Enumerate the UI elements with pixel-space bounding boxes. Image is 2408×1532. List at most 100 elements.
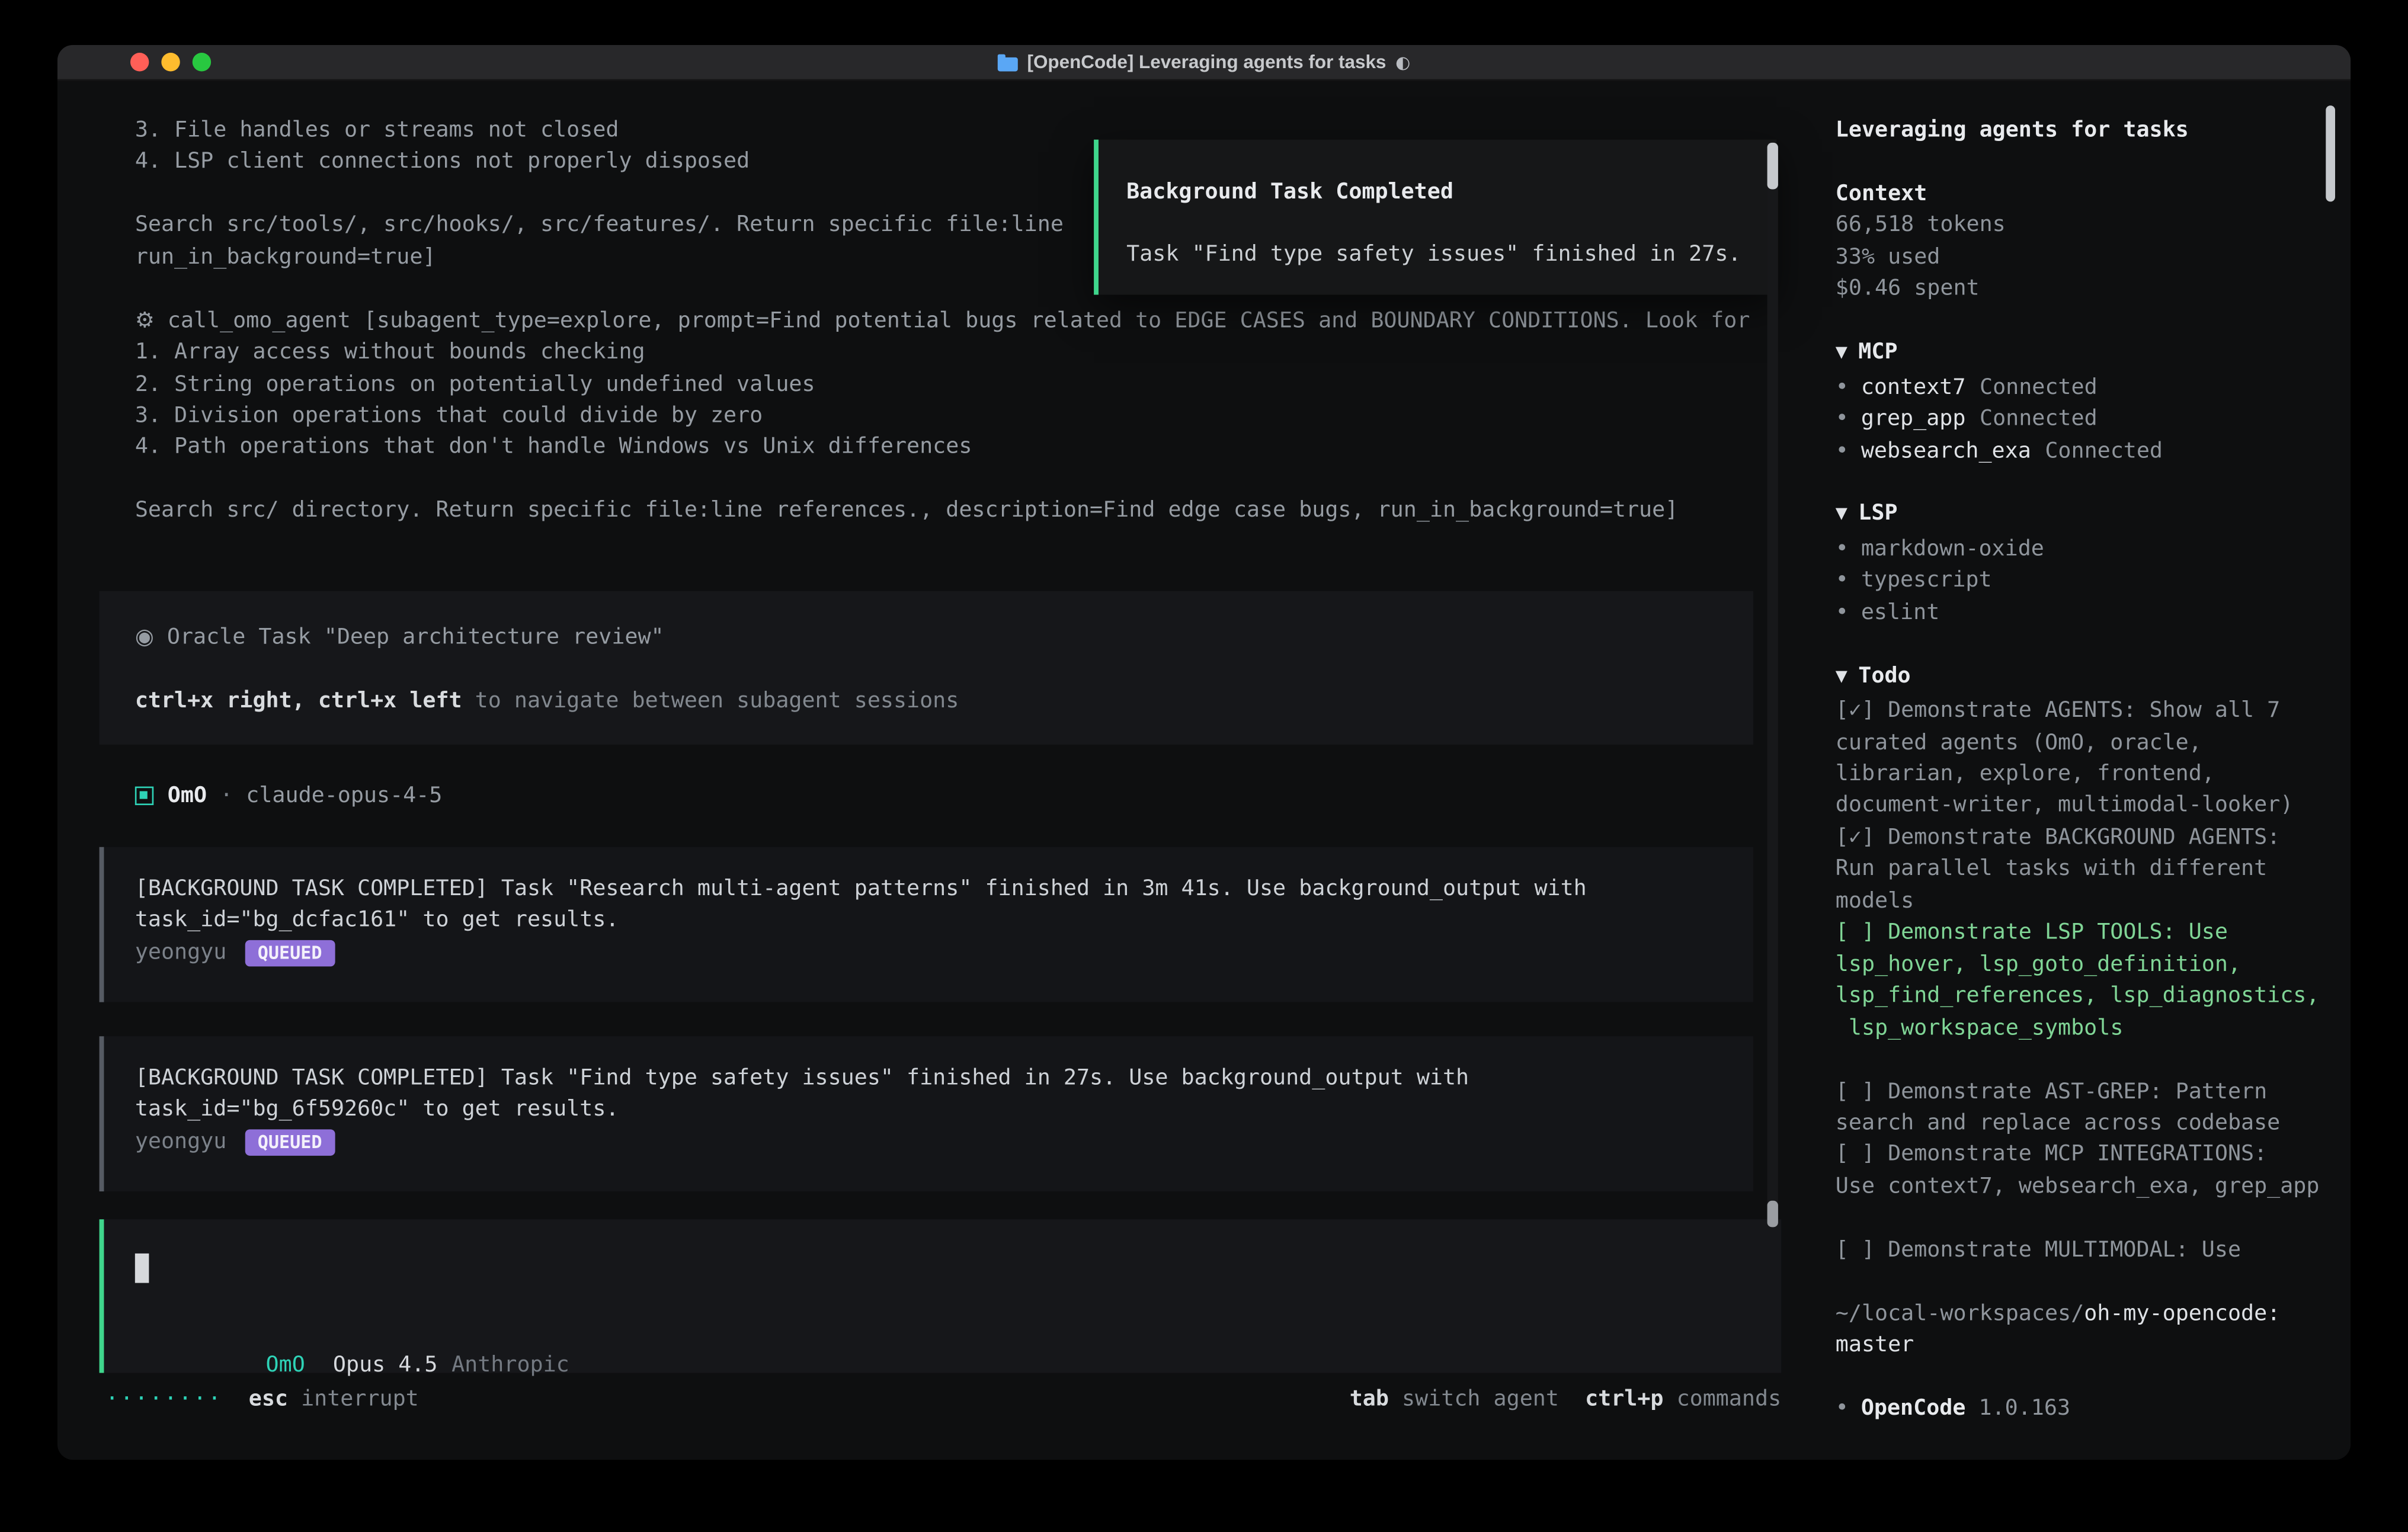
status-left: ········ esc interrupt [105,1384,419,1416]
oracle-task-panel: ◉ Oracle Task "Deep architecture review"… [100,591,1753,745]
scrollback-line: 4. Path operations that don't handle Win… [135,432,1756,464]
record-icon: ◉ [135,625,154,650]
input-provider-label: Anthropic [451,1354,569,1379]
chevron-down-icon: ▼ [1836,668,1847,685]
context-used: 33% used [1836,242,2329,274]
lsp-section-header[interactable]: ▼LSP [1836,499,2329,534]
tool-call-text: call_omo_agent [subagent_type=explore, p… [155,308,1750,333]
mcp-status: Connected [2045,438,2163,463]
sidebar-scrollbar-thumb[interactable] [2326,105,2335,201]
mcp-item: •context7Connected [1836,371,2329,403]
ctrlp-key-label: commands [1664,1387,1782,1412]
queued-badge: QUEUED [245,940,335,966]
chevron-down-icon: ▼ [1836,507,1847,524]
lsp-item: • markdown-oxide [1836,533,2329,565]
status-gap [1559,1387,1585,1412]
window-titlebar[interactable]: [OpenCode] Leveraging agents for tasks ◐ [57,45,2351,81]
ctrlp-key-hint: ctrl+p [1585,1387,1663,1412]
tool-call-line: ⚙ call_omo_agent [subagent_type=explore,… [135,305,1756,337]
gear-icon: ⚙ [135,308,155,333]
oracle-hint-line: ctrl+x right, ctrl+x left to navigate be… [135,685,1753,717]
workspace-path: ~/local-workspaces/oh-my-opencode: [1836,1298,2329,1330]
bullet-icon: • [1836,537,1849,562]
oracle-title-line: ◉ Oracle Task "Deep architecture review" [135,622,1753,654]
desktop-background: [OpenCode] Leveraging agents for tasks ◐… [0,0,2408,1532]
bullet-icon: • [1836,1396,1849,1421]
lsp-name: eslint [1861,600,1939,625]
folder-icon [998,57,1018,71]
todo-item-done: [✓] Demonstrate BACKGROUND AGENTS: Run p… [1836,822,2329,918]
mcp-status: Connected [1980,375,2098,400]
scrollback-line: Search src/ directory. Return specific f… [135,495,1756,527]
scrollback-line: 2. String operations on potentially unde… [135,368,1756,400]
terminal-main: 3. File handles or streams not closed 4.… [57,79,1813,1460]
bullet-icon: • [1836,438,1849,463]
context-heading: Context [1836,178,2329,210]
app-window: [OpenCode] Leveraging agents for tasks ◐… [57,45,2351,1460]
background-task-message: [BACKGROUND TASK COMPLETED] Task "Resear… [100,847,1753,1002]
esc-key-label: interrupt [288,1387,419,1412]
mcp-heading: MCP [1858,340,1897,365]
main-scrollbar-thumb[interactable] [1767,143,1778,190]
agent-header: OmO · claude-opus-4-5 [135,780,443,812]
agent-model: claude-opus-4-5 [246,780,442,812]
toast-title: Background Task Completed [1126,177,1776,209]
oracle-hint-text: to navigate between subagent sessions [462,688,959,713]
scrollback-line: 3. Division operations that could divide… [135,400,1756,432]
main-scrollbar-thumb-secondary[interactable] [1767,1201,1778,1227]
lsp-item: • typescript [1836,565,2329,597]
todo-item-active: [ ] Demonstrate LSP TOOLS: Use lsp_hover… [1836,917,2329,1044]
todo-item-pending: [ ] Demonstrate MULTIMODAL: Use [1836,1235,2329,1267]
lsp-name: markdown-oxide [1861,537,2044,562]
prompt-input[interactable]: OmOOpus 4.5Anthropic [100,1219,1782,1373]
repo-name: oh-my-opencode: [2084,1301,2280,1326]
scrollback-line: 1. Array access without bounds checking [135,336,1756,368]
task-user: yeongyu [135,1126,227,1158]
background-task-toast: Background Task Completed Task "Find typ… [1094,140,1776,295]
session-title: Leveraging agents for tasks [1836,115,2329,147]
app-name: OpenCode [1861,1396,1966,1421]
bullet-icon: • [1836,406,1849,431]
toast-body: Task "Find type safety issues" finished … [1126,239,1776,271]
bullet-icon: • [1836,600,1849,625]
input-model-label: Opus 4.5 [333,1354,438,1379]
status-bar: ········ esc interrupt tab switch agent … [57,1384,1813,1416]
app-version-row: • OpenCode 1.0.163 [1836,1393,2329,1425]
agent-icon [135,787,153,805]
context-spent: $0.46 spent [1836,274,2329,306]
spinner-dots-icon: ········ [105,1387,223,1412]
agent-name: OmO [168,780,207,812]
tab-key-hint: tab [1350,1387,1389,1412]
chevron-down-icon: ▼ [1836,345,1847,362]
main-scrollbar-track[interactable] [1767,143,1778,1227]
todo-heading: Todo [1858,664,1910,688]
task-user: yeongyu [135,937,227,969]
branch-name: master [1836,1329,2329,1361]
app-version: 1.0.163 [1965,1396,2070,1421]
mcp-item: • grep_app Connected [1836,403,2329,435]
task-message-line: task_id="bg_dcfac161" to get results. [135,905,1753,937]
scrollback-line [135,463,1756,495]
mcp-item: • websearch_exa Connected [1836,435,2329,467]
todo-item-pending: [ ] Demonstrate AST-GREP: Pattern search… [1836,1076,2329,1139]
lsp-name: typescript [1861,568,1992,593]
mcp-name: grep_app [1861,406,1966,431]
status-right: tab switch agent ctrl+p commands [1350,1384,1781,1416]
mcp-status: Connected [1980,406,2098,431]
text-cursor [135,1254,149,1283]
session-sidebar: Leveraging agents for tasks Context 66,5… [1836,115,2329,1425]
oracle-hint-keys: ctrl+x right, ctrl+x left [135,688,462,713]
bullet-icon: • [1836,568,1849,593]
task-message-line: task_id="bg_6f59260c" to get results. [135,1094,1753,1126]
agent-separator: · [207,780,246,812]
input-agent-label: OmO [266,1354,305,1379]
queued-badge: QUEUED [245,1129,335,1155]
mcp-name: websearch_exa [1861,438,2031,463]
background-task-message: [BACKGROUND TASK COMPLETED] Task "Find t… [100,1036,1753,1191]
task-message-line: [BACKGROUND TASK COMPLETED] Task "Resear… [135,873,1753,905]
context-tokens: 66,518 tokens [1836,210,2329,242]
lsp-item: • eslint [1836,597,2329,629]
todo-section-header[interactable]: ▼ Todo [1836,661,2329,696]
mcp-section-header[interactable]: ▼ MCP [1836,337,2329,372]
window-title: [OpenCode] Leveraging agents for tasks [1027,51,1386,73]
